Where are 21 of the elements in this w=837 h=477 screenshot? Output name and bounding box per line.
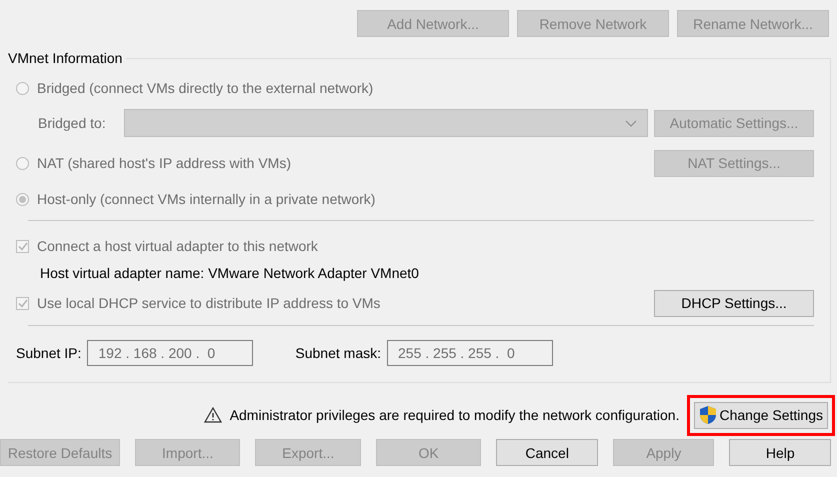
subnet-mask-field[interactable]: 255 . 255 . 255 . 0 <box>387 340 553 366</box>
warning-icon <box>204 407 222 423</box>
checkbox-label: Connect a host virtual adapter to this network <box>37 238 318 254</box>
group-title: VMnet Information <box>8 50 126 66</box>
checkbox-label: Use local DHCP service to distribute IP address to VMs <box>37 295 380 311</box>
field-label: Subnet mask: <box>295 345 381 361</box>
dhcp-settings-button[interactable]: DHCP Settings... <box>654 290 814 316</box>
shield-icon <box>699 405 718 425</box>
dialog-button[interactable]: Cancel <box>496 439 598 466</box>
radio-label: Host-only (connect VMs internally in a private network) <box>37 191 376 207</box>
field-label: Subnet IP: <box>16 345 82 361</box>
adapter-name-text: Host virtual adapter name: VMware Network Adapter VMnet0 <box>40 265 420 281</box>
radio-label: NAT (shared host's IP address with VMs) <box>37 155 291 171</box>
subnet-ip-field[interactable]: 192 . 168 . 200 . 0 <box>87 340 254 366</box>
dialog-button[interactable]: Help <box>729 439 831 466</box>
bridged-to-dropdown[interactable] <box>124 109 648 137</box>
notice-text: Administrator privileges are required to modify the network configuration. <box>230 407 680 423</box>
chevron-down-icon <box>625 120 637 126</box>
radio-label: Bridged (connect VMs directly to the external network) <box>37 80 374 96</box>
change-settings-button[interactable]: Change Settings <box>694 402 828 428</box>
field-label: Bridged to: <box>38 115 107 131</box>
